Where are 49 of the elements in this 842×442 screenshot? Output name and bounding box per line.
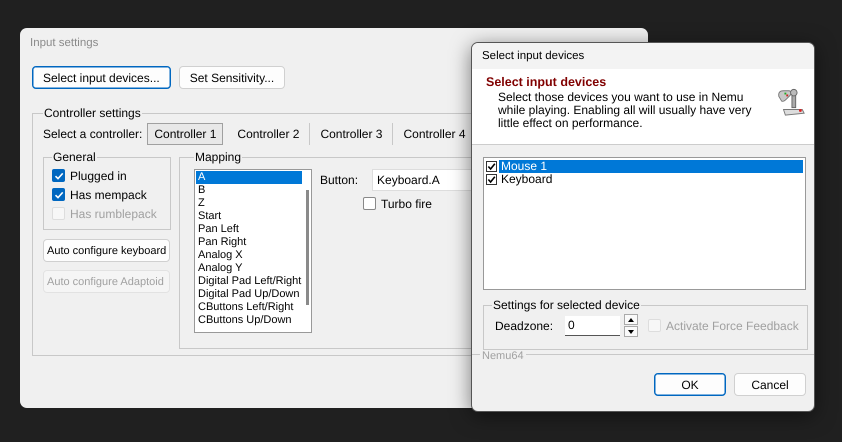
checkbox-label: Plugged in [70, 168, 127, 182]
prompt-label: Select a controller: [43, 127, 142, 141]
checkbox-label: Activate Force Feedback [666, 318, 799, 332]
joystick-icon [776, 87, 806, 117]
checkbox[interactable] [486, 174, 497, 185]
list-item[interactable]: CButtons Left/Right [196, 301, 302, 314]
controller-tab[interactable]: Controller 2 [227, 123, 310, 145]
list-item[interactable]: Pan Right [196, 236, 302, 249]
list-item[interactable]: Digital Pad Left/Right [196, 275, 302, 288]
checkbox-label: Has rumblepack [70, 206, 157, 220]
list-item[interactable]: Analog X [196, 249, 302, 262]
list-item[interactable]: B [196, 184, 302, 197]
list-item[interactable]: Mouse 1 [499, 160, 803, 173]
checkbox-label: Has mempack [70, 188, 147, 202]
group-label: Controller settings [43, 106, 142, 120]
checkbox[interactable] [486, 161, 497, 172]
spin-buttons[interactable] [624, 314, 638, 337]
checkbox[interactable] [363, 197, 376, 210]
checkbox-label: Turbo fire [381, 196, 432, 210]
list-item[interactable]: A [196, 171, 302, 184]
dialog-button[interactable]: Cancel [734, 373, 806, 396]
window-title: Input settings [30, 37, 98, 49]
dialog-button[interactable]: Set Sensitivity... [178, 66, 286, 89]
dialog-button[interactable]: Select input devices... [32, 66, 171, 89]
list-item[interactable]: Digital Pad Up/Down [196, 288, 302, 301]
header-title: Select input devices [486, 75, 608, 89]
window-title: Select input devices [482, 50, 584, 62]
list-item[interactable]: Pan Left [196, 223, 302, 236]
field-label: Deadzone: [494, 318, 554, 332]
group-label: Settings for selected device [492, 298, 641, 312]
dialog-button[interactable]: OK [654, 373, 726, 396]
input-field[interactable]: 0 [565, 316, 620, 336]
scrollbar[interactable] [306, 190, 309, 305]
brand-label: Nemu64 [480, 350, 526, 362]
list-item[interactable]: Z [196, 197, 302, 210]
field-label: Button: [320, 173, 358, 187]
mapping-list[interactable]: A B Z Start Pan Left Pan Right Analog X Analog Y Digital Pad Left/Right Digital Pad Up/Down CButtons Left/Right CButtons Up/Down [194, 169, 312, 333]
device-list[interactable]: Mouse 1 Keyboard [483, 157, 806, 290]
group-label: General [52, 150, 97, 164]
controller-tab[interactable]: Controller 3 [310, 123, 394, 145]
list-item[interactable]: Start [196, 210, 302, 223]
controller-tab[interactable]: Controller 1 [147, 123, 224, 145]
checkbox[interactable] [52, 188, 65, 201]
auto-configure-button[interactable]: Auto configure keyboard [43, 239, 170, 262]
list-item[interactable]: CButtons Up/Down [196, 314, 302, 327]
list-item[interactable]: Analog Y [196, 262, 302, 275]
group-label: Mapping [194, 150, 242, 164]
checkbox[interactable] [52, 169, 65, 182]
header-description: Select those devices you want to use in Nemu while playing. Enabling all will usually have very little effect on performance. [497, 91, 752, 130]
